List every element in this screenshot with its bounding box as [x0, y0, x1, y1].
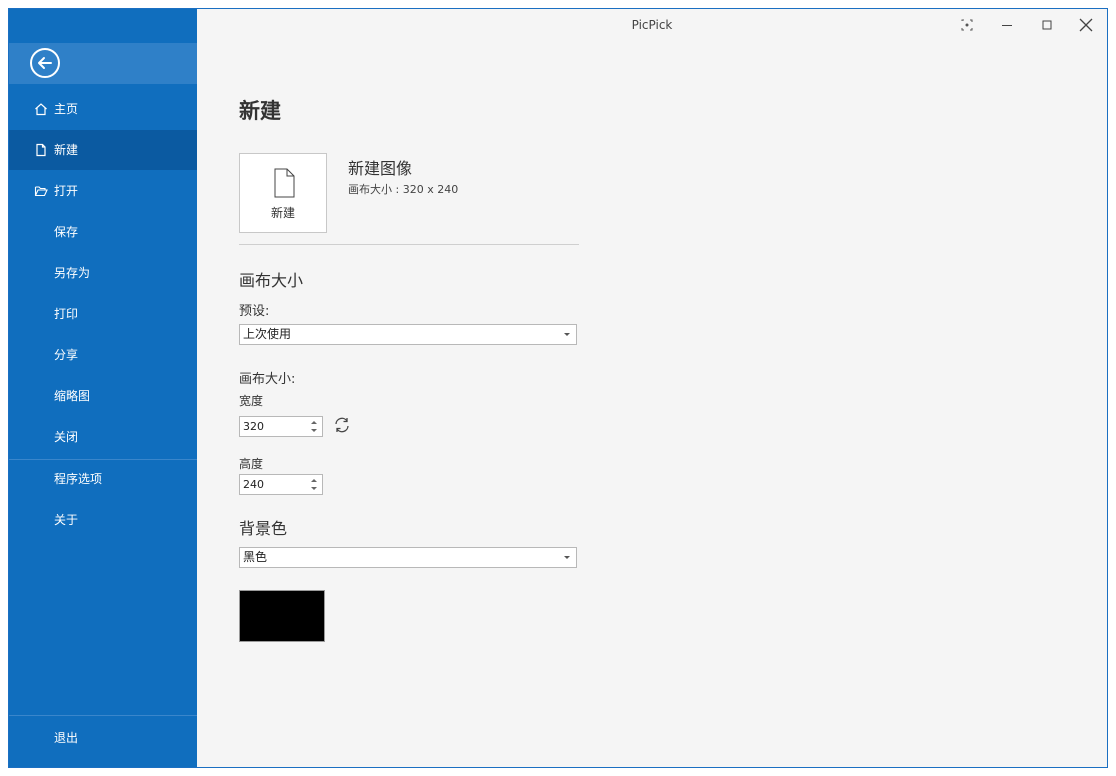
spin-down-icon[interactable]	[311, 429, 317, 432]
sidebar-item-options[interactable]: 程序选项	[9, 459, 197, 499]
sidebar-item-label: 另存为	[54, 266, 91, 280]
sidebar-item-label: 打开	[54, 184, 79, 198]
canvas-size-label: 画布大小:	[239, 372, 296, 387]
home-icon	[35, 103, 47, 116]
sidebar-item-label: 关闭	[54, 430, 79, 444]
background-color-section-title: 背景色	[239, 519, 288, 538]
sidebar-item-label: 打印	[54, 307, 79, 321]
folder-open-icon	[34, 186, 48, 197]
swap-refresh-icon[interactable]	[333, 416, 351, 434]
background-color-value: 黑色	[243, 550, 268, 564]
new-image-button-label: 新建	[270, 206, 295, 220]
spin-down-icon[interactable]	[311, 487, 317, 490]
chevron-down-icon	[564, 556, 570, 559]
preset-select[interactable]: 上次使用	[239, 324, 577, 345]
sidebar-item-label: 主页	[54, 102, 79, 116]
main-content: 新建 新建 新建图像 画布大小 : 320 x 240 画布大小 预设: 上次使…	[197, 9, 1107, 767]
sidebar-item-label: 新建	[54, 143, 79, 157]
sidebar-item-label: 保存	[54, 225, 79, 239]
new-image-canvas-size: 画布大小 : 320 x 240	[348, 183, 459, 196]
sidebar-item-label: 程序选项	[54, 472, 103, 486]
sidebar-item-open[interactable]: 打开	[9, 171, 197, 211]
canvas-size-section-title: 画布大小	[239, 271, 304, 290]
background-color-swatch[interactable]	[239, 590, 325, 642]
new-image-title: 新建图像	[348, 159, 413, 178]
height-input[interactable]: 240	[239, 474, 323, 495]
new-document-icon	[36, 143, 46, 157]
sidebar-item-about[interactable]: 关于	[9, 500, 197, 540]
picpick-window: 主页 新建 打开 保存 另存为 打印 分享 缩略图 关闭 程序选项 关于 退出 …	[8, 8, 1108, 768]
background-color-select[interactable]: 黑色	[239, 547, 577, 568]
document-icon	[274, 168, 295, 198]
back-button[interactable]	[30, 48, 60, 78]
sidebar-item-home[interactable]: 主页	[9, 89, 197, 129]
back-row[interactable]	[9, 43, 197, 84]
sidebar-item-print[interactable]: 打印	[9, 294, 197, 334]
width-value: 320	[243, 420, 264, 433]
sidebar-item-save[interactable]: 保存	[9, 212, 197, 252]
sidebar-item-new[interactable]: 新建	[9, 130, 197, 170]
sidebar-item-save-as[interactable]: 另存为	[9, 253, 197, 293]
sidebar-item-label: 退出	[54, 731, 79, 745]
arrow-left-icon	[38, 57, 52, 69]
sidebar-divider	[9, 715, 197, 716]
divider	[239, 244, 579, 245]
sidebar-item-label: 缩略图	[54, 389, 91, 403]
sidebar-item-label: 关于	[54, 513, 79, 527]
spin-up-icon[interactable]	[311, 479, 317, 482]
height-label: 高度	[239, 457, 264, 471]
sidebar-item-thumbnail[interactable]: 缩略图	[9, 376, 197, 416]
width-label: 宽度	[239, 394, 264, 408]
width-input[interactable]: 320	[239, 416, 323, 437]
preset-label: 预设:	[239, 304, 270, 319]
sidebar-item-close[interactable]: 关闭	[9, 417, 197, 457]
height-value: 240	[243, 478, 264, 491]
sidebar-item-label: 分享	[54, 348, 79, 362]
preset-value: 上次使用	[243, 327, 292, 341]
new-image-button[interactable]: 新建	[239, 153, 327, 233]
sidebar-item-exit[interactable]: 退出	[9, 718, 197, 758]
sidebar-item-share[interactable]: 分享	[9, 335, 197, 375]
chevron-down-icon	[564, 333, 570, 336]
sidebar: 主页 新建 打开 保存 另存为 打印 分享 缩略图 关闭 程序选项 关于 退出	[9, 9, 197, 767]
page-title: 新建	[239, 99, 281, 123]
spin-up-icon[interactable]	[311, 421, 317, 424]
